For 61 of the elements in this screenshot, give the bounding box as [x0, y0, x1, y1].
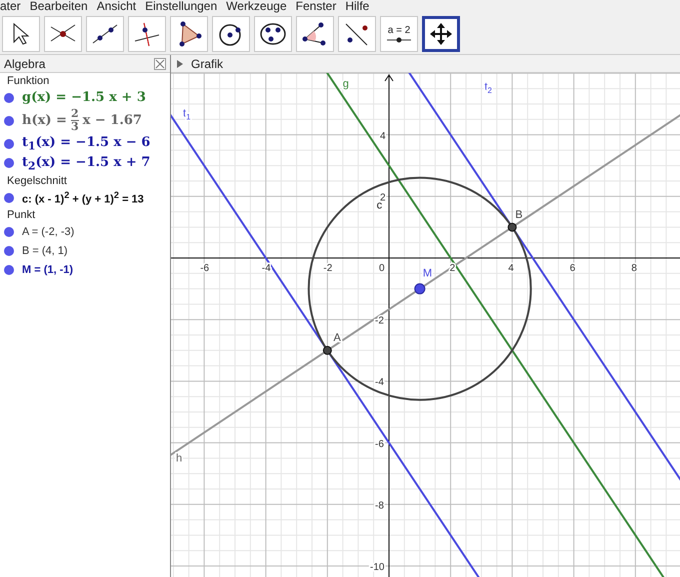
menu-item[interactable]: Werkzeuge [226, 0, 287, 14]
visibility-dot[interactable] [4, 192, 14, 203]
tick-label: 2 [380, 192, 386, 204]
object-definition: B = (4, 1) [22, 244, 68, 257]
function-formula: t$_{1}$(x) = −1.5 x − 6 [22, 135, 150, 153]
visibility-dot[interactable] [4, 226, 14, 237]
menu-item[interactable]: ater [0, 0, 21, 14]
circle-label: c [376, 200, 382, 212]
object-definition: M = (1, -1) [22, 264, 74, 276]
tick-label: -6 [375, 438, 384, 450]
group-heading: Funktion [6, 74, 50, 88]
tick-label: 2 [450, 263, 456, 274]
triangle-right-icon[interactable] [177, 60, 183, 68]
object-definition: c: (x - 1)$^{2}$ + (y + 1)$^{2}$ = 13 [22, 190, 144, 206]
menu-item[interactable]: Bearbeiten [30, 0, 88, 14]
tick-label: -4 [262, 263, 271, 274]
line-label: g [342, 78, 349, 90]
tick-label: 4 [508, 263, 514, 274]
visibility-dot[interactable] [4, 138, 14, 149]
point-label: A [334, 332, 341, 344]
line-label: h [176, 452, 182, 464]
group-heading: Punkt [6, 208, 36, 222]
panel-title: Grafik [191, 56, 224, 70]
tick-label: -6 [200, 263, 210, 274]
visibility-dot[interactable] [4, 246, 14, 256]
tool-button[interactable]: a = 2 [380, 16, 418, 52]
point-label: M [422, 267, 432, 280]
menu-item[interactable]: Hilfe [345, 0, 370, 14]
tick-label: 6 [570, 263, 576, 274]
object-definition: A = (-2, -3) [22, 226, 74, 238]
move-arrows-icon [429, 22, 453, 46]
tick-label: 4 [380, 130, 386, 142]
visibility-dot[interactable] [4, 158, 14, 168]
tick-label: -2 [323, 263, 332, 274]
menu-item[interactable]: Ansicht [96, 0, 136, 14]
ellipse-icon [259, 21, 287, 47]
point-a [322, 346, 332, 355]
tool-button[interactable] [422, 16, 460, 52]
line-label: t$_{1}$ [183, 107, 191, 122]
tick-label: -4 [375, 377, 384, 388]
function-formula: g(x) = −1.5 x + 3 [22, 90, 146, 105]
tick-label: 8 [631, 263, 637, 274]
visibility-dot[interactable] [4, 116, 14, 126]
tick-label: 0 [379, 263, 385, 274]
close-icon[interactable] [154, 58, 166, 70]
point-b [508, 222, 517, 232]
function-formula: t$_{2}$(x) = −1.5 x + 7 [22, 154, 150, 172]
slider-icon [385, 36, 413, 44]
tick-label: -2 [375, 316, 384, 327]
point-label: B [515, 208, 523, 221]
tick-label: -8 [375, 500, 384, 512]
group-heading: Kegelschnitt [6, 174, 68, 188]
perpendicular-lines-icon [133, 21, 161, 47]
point-m [414, 283, 426, 294]
visibility-dot[interactable] [4, 92, 14, 102]
menu-item[interactable]: Fenster [296, 0, 336, 14]
menu-item[interactable]: Einstellungen [145, 0, 218, 14]
tick-label: -10 [370, 562, 384, 573]
visibility-dot[interactable] [4, 264, 14, 275]
panel-title: Algebra [4, 56, 46, 70]
pointer-icon [11, 22, 31, 46]
